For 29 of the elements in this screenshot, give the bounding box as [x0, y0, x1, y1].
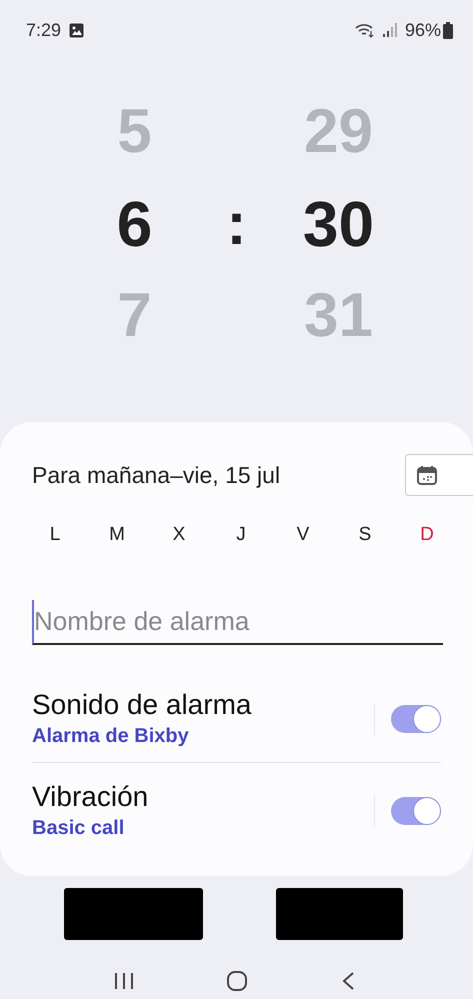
weekday-button[interactable]: J [226, 520, 256, 550]
weekday-button[interactable]: L [40, 520, 70, 550]
date-label: Para mañana–vie, 15 jul [32, 462, 280, 488]
battery-icon [443, 22, 453, 38]
toggle-switch[interactable] [391, 704, 441, 732]
weekday-button[interactable]: D [412, 520, 442, 550]
setting-title: Vibración [32, 781, 150, 813]
setting-value[interactable]: Basic call [32, 817, 374, 840]
hour-option-selected[interactable]: 6 [116, 178, 152, 270]
signal-icon [382, 23, 397, 37]
home-icon[interactable] [226, 970, 248, 992]
calendar-button[interactable] [405, 454, 473, 496]
minute-option-selected[interactable]: 30 [302, 178, 374, 270]
setting-value[interactable]: Alarma de Bixby [32, 725, 374, 748]
toggle-switch[interactable] [391, 796, 441, 824]
weekday-button[interactable]: V [288, 520, 318, 550]
calendar-icon [416, 464, 438, 486]
setting-title: Sonido de alarma [32, 689, 252, 721]
image-icon [69, 22, 84, 38]
recent-apps-icon[interactable] [114, 972, 134, 990]
battery-percent: 96% [404, 20, 441, 40]
alarm-name-field[interactable]: Nombre de alarma [32, 600, 443, 645]
clock: 7:29 [26, 20, 62, 40]
weekday-button[interactable]: X [164, 520, 194, 550]
back-icon[interactable] [340, 971, 355, 991]
weekday-button[interactable]: S [350, 520, 380, 550]
wifi-icon [354, 22, 375, 38]
time-separator: : [226, 188, 246, 258]
weekday-button[interactable]: M [102, 520, 132, 550]
